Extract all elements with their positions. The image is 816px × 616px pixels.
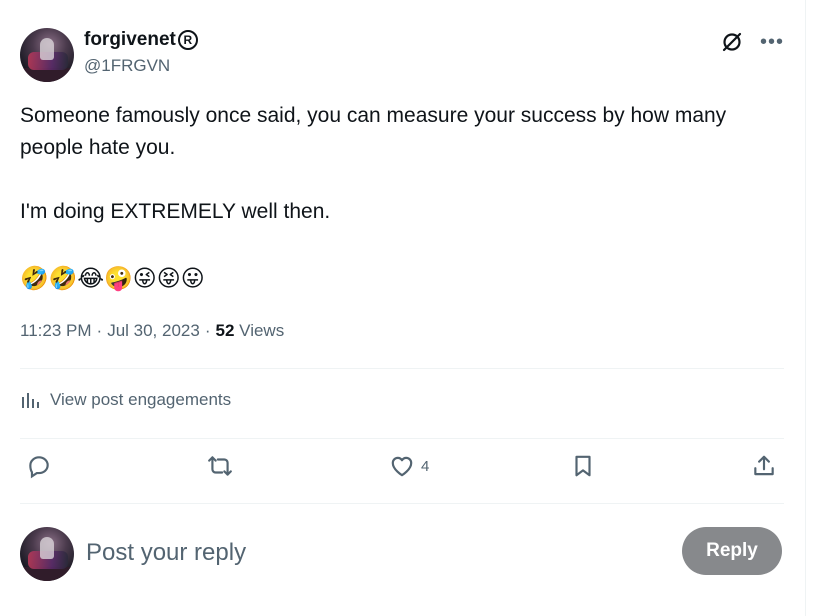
post-time[interactable]: 11:23 PM: [20, 319, 92, 343]
bookmark-button[interactable]: [570, 453, 596, 479]
author-name-row[interactable]: forgivenet R: [84, 29, 198, 51]
meta-separator: ·: [96, 321, 103, 340]
views-label: Views: [239, 321, 285, 340]
bookmark-icon: [575, 455, 591, 477]
author-handle[interactable]: @1FRGVN: [84, 56, 198, 76]
post-action-bar: 4: [20, 453, 784, 489]
divider: [20, 368, 784, 369]
repost-button[interactable]: [207, 453, 239, 479]
current-user-avatar[interactable]: [20, 527, 74, 581]
author-name[interactable]: forgivenet: [84, 29, 176, 51]
author-avatar[interactable]: [20, 28, 74, 82]
reply-icon: [29, 456, 49, 479]
post-text: Someone famously once said, you can meas…: [20, 104, 727, 223]
views-count: 52: [215, 321, 235, 340]
author-block: forgivenet R @1FRGVN: [84, 29, 198, 76]
reply-submit-button[interactable]: Reply: [682, 527, 782, 575]
like-icon: [391, 456, 413, 477]
like-count: 4: [421, 457, 430, 475]
column-border: [805, 0, 806, 616]
grok-icon[interactable]: [720, 30, 744, 54]
more-options-icon[interactable]: •••: [760, 32, 784, 52]
like-button[interactable]: 4: [389, 453, 429, 479]
views-block: 52 Views: [216, 319, 285, 343]
divider: [20, 438, 784, 439]
post-meta: 11:23 PM · Jul 30, 2023 · 52 Views: [20, 319, 284, 343]
view-engagements-label: View post engagements: [50, 390, 232, 409]
analytics-icon: [22, 393, 39, 408]
registered-mark-icon: R: [177, 30, 198, 50]
share-icon: [754, 455, 774, 476]
reply-button[interactable]: [26, 453, 58, 479]
post-emojis: 🤣🤣😂🤪😜😝😛: [20, 265, 205, 291]
reply-input[interactable]: [86, 535, 666, 571]
reply-composer: Reply: [20, 525, 784, 581]
post-header-actions: •••: [720, 30, 784, 54]
repost-icon: [208, 456, 232, 476]
view-engagements-link[interactable]: View post engagements: [20, 390, 231, 410]
share-button[interactable]: [751, 453, 777, 479]
meta-separator: ·: [204, 321, 211, 340]
post-date[interactable]: Jul 30, 2023: [107, 319, 200, 343]
divider: [20, 503, 784, 504]
